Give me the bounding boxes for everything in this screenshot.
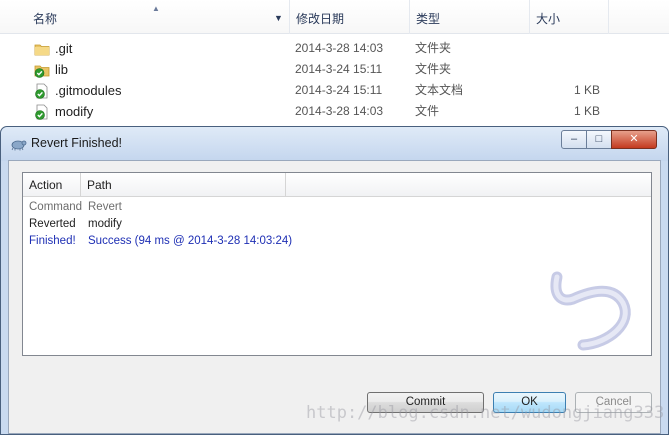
column-header-type[interactable]: 类型 <box>409 0 529 34</box>
file-name: lib <box>55 62 69 77</box>
dialog-title: Revert Finished! <box>31 136 123 150</box>
file-row[interactable]: modify 2014-3-28 14:03 文件 1 KB <box>0 101 669 122</box>
file-modified: 2014-3-28 14:03 <box>295 41 384 55</box>
list-row[interactable]: Finished! Success (94 ms @ 2014-3-28 14:… <box>23 233 651 250</box>
column-header-modified[interactable]: 修改日期 <box>289 0 409 34</box>
row-path: modify <box>88 218 122 230</box>
row-path: Revert <box>88 201 122 213</box>
file-row[interactable]: .gitmodules 2014-3-24 15:11 文本文档 1 KB <box>0 80 669 101</box>
file-name: .git <box>55 41 73 56</box>
column-header-bar: ▲ 名称 ▼ 修改日期 类型 大小 <box>0 0 669 34</box>
action-list-header: Action Path <box>23 173 651 197</box>
column-header-action[interactable]: Action <box>23 173 81 197</box>
file-modified: 2014-3-24 15:11 <box>295 83 383 97</box>
chevron-down-icon[interactable]: ▼ <box>274 13 283 23</box>
list-row[interactable]: Command Revert <box>23 199 651 216</box>
title-bar[interactable]: Revert Finished! – □ ✕ <box>1 127 668 161</box>
file-ok-overlay-icon <box>35 83 48 99</box>
minimize-icon: – <box>570 133 578 145</box>
folder-ok-overlay-icon <box>34 65 50 78</box>
file-ok-overlay-icon <box>35 104 48 120</box>
file-type: 文件夹 <box>415 41 452 55</box>
action-list[interactable]: Action Path Command Revert Reverted modi… <box>22 172 652 356</box>
file-type: 文本文档 <box>415 83 464 97</box>
file-explorer: ▲ 名称 ▼ 修改日期 类型 大小 .git 2014-3-28 14:03 文… <box>0 0 669 135</box>
folder-icon <box>34 44 50 56</box>
close-button[interactable]: ✕ <box>611 130 657 149</box>
minimize-button[interactable]: – <box>561 130 587 149</box>
maximize-icon: □ <box>595 133 603 145</box>
revert-finished-dialog: Revert Finished! – □ ✕ Action Path Comma… <box>0 126 669 435</box>
close-icon: ✕ <box>629 133 639 145</box>
row-action: Reverted <box>29 218 76 230</box>
column-header-size[interactable]: 大小 <box>529 0 609 34</box>
tortoisegit-swirl-logo <box>550 271 631 351</box>
maximize-button[interactable]: □ <box>586 130 612 149</box>
file-modified: 2014-3-24 15:11 <box>295 62 383 76</box>
file-modified: 2014-3-28 14:03 <box>295 104 384 118</box>
row-action: Finished! <box>29 235 76 247</box>
row-action: Command <box>29 201 83 213</box>
list-row[interactable]: Reverted modify <box>23 216 651 233</box>
column-header-name[interactable]: 名称 <box>27 0 291 34</box>
file-size: 1 KB <box>573 83 600 97</box>
file-name: .gitmodules <box>55 83 122 98</box>
watermark-text: http://blog.csdn.net/wudongjiang333 <box>306 403 665 423</box>
file-type: 文件 <box>415 104 440 118</box>
tortoise-icon <box>11 140 27 151</box>
file-type: 文件夹 <box>415 62 452 76</box>
file-row[interactable]: lib 2014-3-24 15:11 文件夹 <box>0 59 669 80</box>
file-size: 1 KB <box>573 104 600 118</box>
column-header-path[interactable]: Path <box>81 173 286 197</box>
row-path: Success (94 ms @ 2014-3-28 14:03:24) <box>88 235 293 247</box>
file-row[interactable]: .git 2014-3-28 14:03 文件夹 <box>0 38 669 59</box>
file-name: modify <box>55 104 94 119</box>
